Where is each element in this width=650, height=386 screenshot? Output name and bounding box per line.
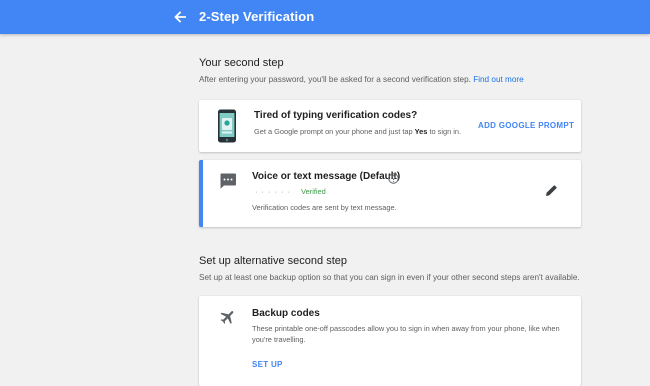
default-accent-bar xyxy=(199,160,203,227)
airplane-icon xyxy=(219,308,237,331)
backup-card-title: Backup codes xyxy=(252,308,320,319)
prompt-text-bold: Yes xyxy=(414,127,428,136)
sms-method-card: Voice or text message (Default) · · · · … xyxy=(199,160,581,227)
backup-card-text-line2: you're travelling. xyxy=(252,335,306,344)
prompt-text-before: Get a Google prompt on your phone and ju… xyxy=(254,127,415,136)
help-icon[interactable] xyxy=(388,171,399,189)
second-step-description: After entering your password, you'll be … xyxy=(199,75,524,84)
page-title: 2-Step Verification xyxy=(199,9,315,24)
prompt-text-after: to sign in. xyxy=(427,127,462,136)
sms-card-title: Voice or text message (Default) xyxy=(252,171,401,182)
google-prompt-card: Tired of typing verification codes? Get … xyxy=(199,100,581,152)
edit-icon[interactable] xyxy=(545,184,558,202)
prompt-card-text: Get a Google prompt on your phone and ju… xyxy=(254,126,461,138)
app-header: 2-Step Verification xyxy=(0,0,650,34)
verified-status: Verified xyxy=(301,187,326,196)
arrow-back-icon[interactable] xyxy=(170,7,190,27)
find-out-more-link[interactable]: Find out more xyxy=(473,75,524,84)
alternative-heading: Set up alternative second step xyxy=(199,255,347,267)
alternative-description: Set up at least one backup option so tha… xyxy=(199,273,580,282)
masked-phone-number: · · · · · · xyxy=(255,187,292,196)
set-up-button[interactable]: SET UP xyxy=(252,360,283,369)
prompt-card-title: Tired of typing verification codes? xyxy=(254,110,418,121)
backup-codes-card: Backup codes These printable one-off pas… xyxy=(199,296,581,386)
phone-prompt-icon xyxy=(217,109,237,148)
message-icon xyxy=(219,172,237,195)
sms-card-text: Verification codes are sent by text mess… xyxy=(252,203,397,212)
second-step-description-text: After entering your password, you'll be … xyxy=(199,75,471,84)
second-step-heading: Your second step xyxy=(199,57,284,69)
phone-number-row: · · · · · · Verified xyxy=(255,186,326,198)
add-google-prompt-button[interactable]: ADD GOOGLE PROMPT xyxy=(478,121,574,130)
